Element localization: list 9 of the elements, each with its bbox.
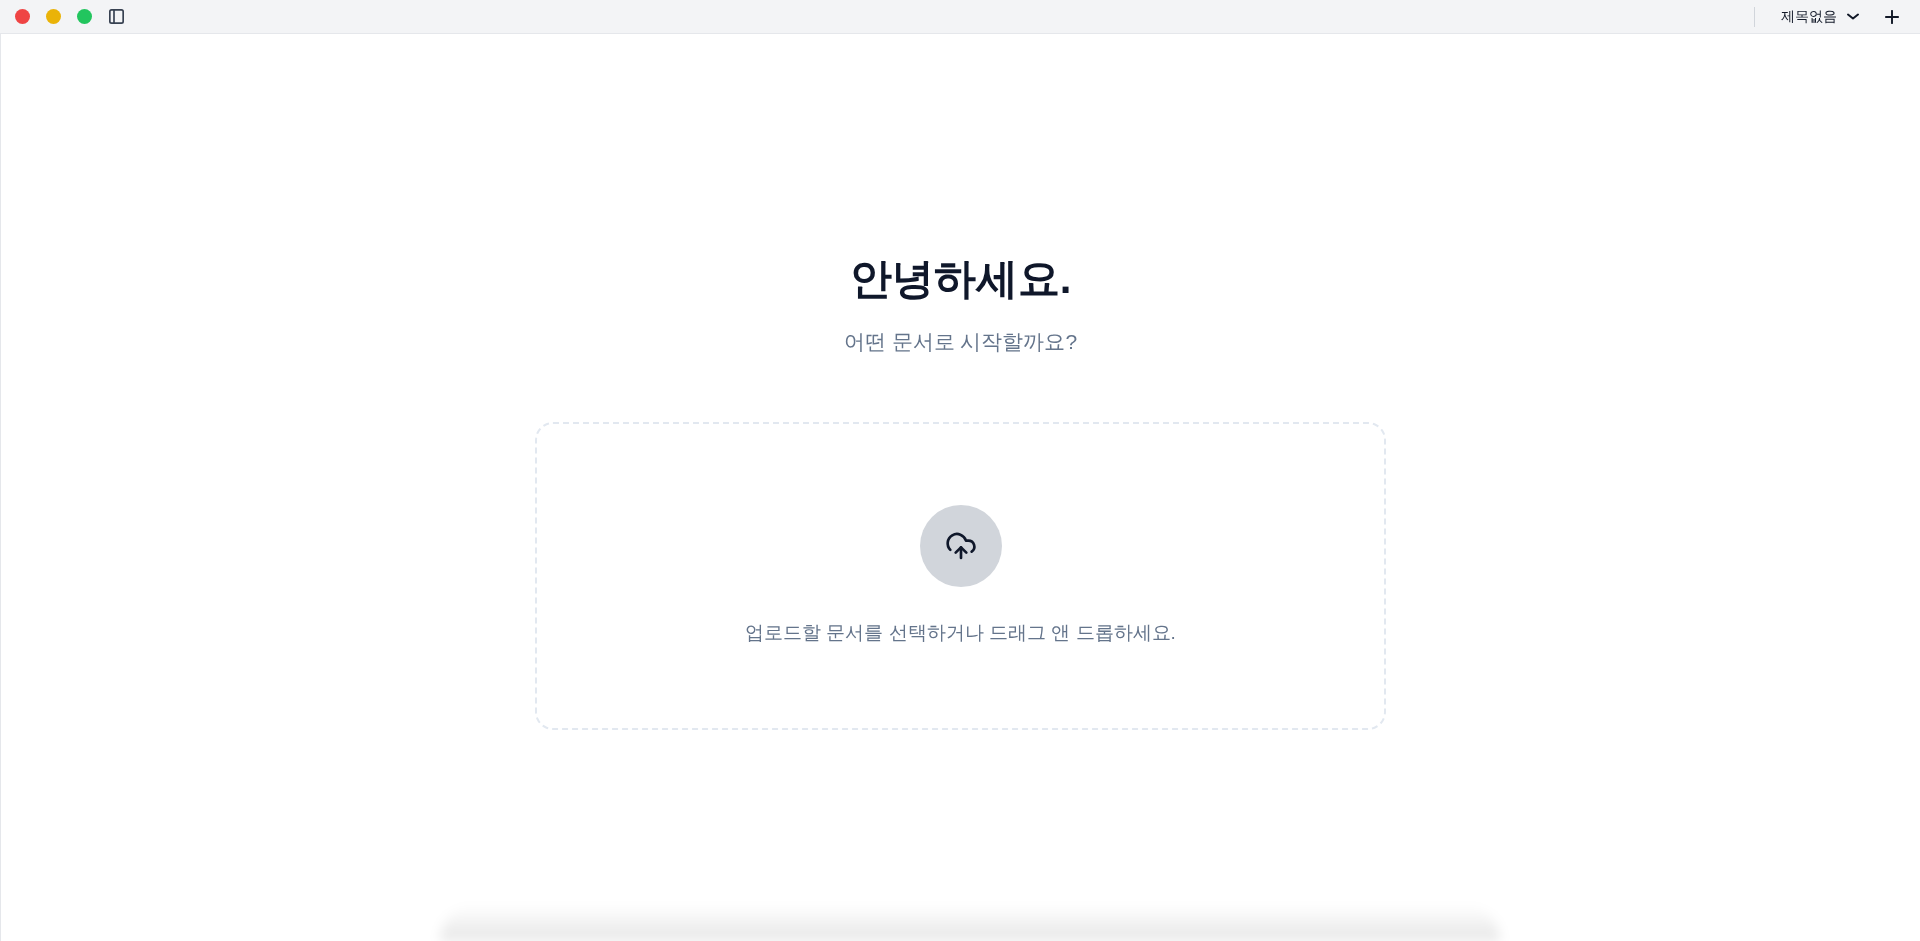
upload-dropzone[interactable]: 업로드할 문서를 선택하거나 드래그 앤 드롭하세요. <box>535 422 1386 730</box>
document-title-dropdown[interactable]: 제목없음 <box>1781 3 1859 30</box>
welcome-heading: 안녕하세요. <box>849 254 1072 304</box>
upload-hint: 업로드할 문서를 선택하거나 드래그 앤 드롭하세요. <box>745 621 1176 645</box>
document-title: 제목없음 <box>1781 7 1837 26</box>
welcome-subtitle: 어떤 문서로 시작할까요? <box>843 329 1078 355</box>
new-document-icon[interactable] <box>1885 9 1899 24</box>
sidebar-toggle-icon[interactable] <box>108 8 124 25</box>
chevron-down-icon <box>1847 13 1859 20</box>
